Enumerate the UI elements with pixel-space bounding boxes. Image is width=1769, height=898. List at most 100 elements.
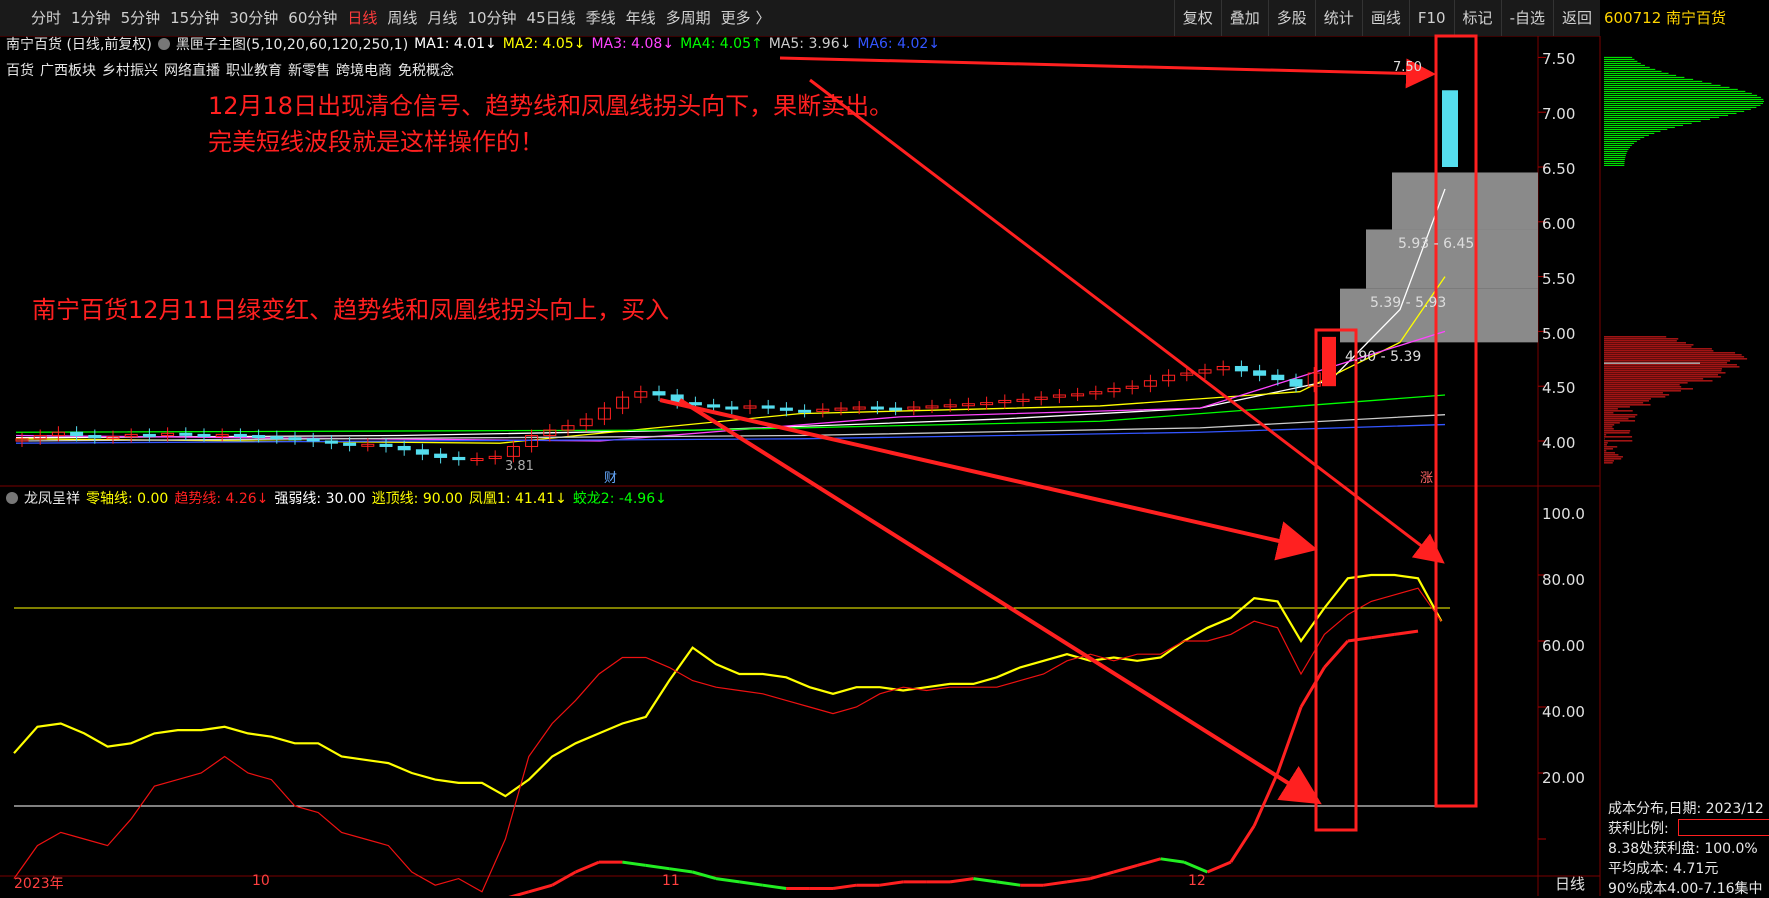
- dragon-line: [693, 872, 716, 879]
- profit-ratio-bar: [1678, 819, 1769, 836]
- buy-signal-box: [1316, 330, 1356, 830]
- price-label: 7.00: [1542, 105, 1575, 123]
- candle-body: [180, 433, 192, 435]
- dragon-line: [1207, 862, 1230, 872]
- sub-y-label: 80.00: [1542, 571, 1585, 589]
- limit-up-marker[interactable]: 涨: [1420, 471, 1433, 486]
- candle-body: [380, 444, 392, 446]
- candle-body: [71, 432, 83, 435]
- zone-label: 5.93 - 6.45: [1398, 236, 1474, 252]
- candle-body: [799, 410, 811, 412]
- dragon-line: [529, 885, 552, 892]
- candle-body: [344, 443, 356, 445]
- candle-body: [271, 437, 283, 439]
- dragon-line: [973, 879, 996, 882]
- candle-body: [762, 406, 774, 408]
- high-label: 7.50: [1393, 60, 1422, 75]
- trend-line-value: 趋势线: 4.26↓: [174, 488, 268, 508]
- price-label: 5.00: [1542, 325, 1575, 343]
- dragon-line: [1114, 865, 1137, 872]
- subchart-name[interactable]: 龙凤呈祥: [24, 488, 80, 508]
- candle-body: [435, 454, 447, 457]
- dragon-line: [505, 892, 528, 896]
- candle-body: [453, 457, 465, 459]
- x-axis-label: 2023年: [14, 873, 64, 893]
- settings-icon[interactable]: [6, 492, 18, 504]
- candle-body: [289, 438, 301, 440]
- zone-label: 5.39 - 5.93: [1370, 295, 1446, 311]
- dragon-line: [646, 865, 669, 868]
- subchart-info: 龙凤呈祥 零轴线: 0.00 趋势线: 4.26↓ 强弱线: 30.00 逃顶线…: [6, 488, 667, 508]
- candle-body: [89, 436, 101, 438]
- dragon-line: [1137, 859, 1160, 866]
- dragon-line: [1395, 631, 1418, 634]
- buy-arrow: [680, 400, 1315, 800]
- dragon-line: [552, 872, 575, 885]
- dragon-line: [1371, 634, 1394, 637]
- candle-body: [143, 434, 155, 436]
- sub-y-label: 100.0: [1542, 505, 1585, 523]
- candle-body: [416, 450, 428, 454]
- dragon-line: [950, 879, 973, 882]
- buy-arrow: [660, 400, 1310, 548]
- sub-y-label: 60.00: [1542, 637, 1585, 655]
- period-indicator: 日线: [1555, 873, 1585, 894]
- candle-body: [780, 408, 792, 410]
- dragon-line: [1324, 641, 1347, 667]
- dragon-line: [1301, 667, 1324, 707]
- dragon-line: [1161, 859, 1184, 862]
- zone-label: 4.90 - 5.39: [1345, 349, 1421, 365]
- low-label: 3.81: [505, 459, 534, 474]
- dragon-line: [1254, 773, 1277, 826]
- candle-body: [653, 392, 665, 395]
- dragon-line: [1278, 707, 1301, 773]
- dragon-line: [1348, 638, 1371, 641]
- price-label: 6.50: [1542, 160, 1575, 178]
- price-label: 7.50: [1542, 50, 1575, 68]
- sub-y-label: 20.00: [1542, 769, 1585, 787]
- candle-body: [198, 434, 210, 436]
- candle-body: [1235, 366, 1247, 370]
- trend-line: [14, 588, 1441, 892]
- zero-line-value: 零轴线: 0.00: [86, 488, 168, 508]
- x-axis-label: 11: [662, 873, 680, 889]
- dragon-line: [739, 882, 762, 885]
- candle-body: [1272, 375, 1284, 379]
- candle-body: [871, 407, 883, 409]
- resistance-zone: [1392, 172, 1538, 229]
- sell-annotation: 12月18日出现清仓信号、趋势线和凤凰线拐头向下，果断卖出。: [208, 86, 893, 121]
- candle-body: [234, 434, 246, 436]
- dragon-line: [622, 862, 645, 865]
- candle-body: [1254, 371, 1266, 375]
- sell-annotation-2: 完美短线波段就是这样操作的！: [208, 122, 544, 157]
- escape-top-value: 逃顶线: 90.00: [372, 488, 463, 508]
- candle-body: [708, 405, 720, 407]
- x-axis-label: 12: [1188, 873, 1206, 889]
- cost-90-range: 90%成本4.00-7.16集中: [1608, 878, 1763, 898]
- candle-body: [307, 439, 319, 441]
- candle-body: [689, 403, 701, 405]
- dragon-line: [1090, 872, 1113, 879]
- profit-at-price: 8.38处获利盘: 100.0%: [1608, 838, 1758, 858]
- dragon-line: [669, 869, 692, 872]
- dragon-line: [763, 885, 786, 888]
- dragon-line: [997, 882, 1020, 885]
- cost-date: 成本分布,日期: 2023/12: [1608, 798, 1764, 818]
- dragon-line: [1044, 882, 1067, 885]
- phoenix-value: 凤凰1: 41.41↓: [469, 488, 567, 508]
- dragon-line: [1184, 862, 1207, 872]
- candle-body: [325, 441, 337, 443]
- dragon-line: [1067, 879, 1090, 882]
- candle-body: [890, 408, 902, 410]
- candle-body: [398, 446, 410, 449]
- price-label: 4.50: [1542, 379, 1575, 397]
- dragon-line: [1231, 826, 1254, 862]
- dragon-line: [576, 862, 599, 872]
- profit-ratio: 获利比例:: [1608, 818, 1669, 838]
- candle-body: [726, 407, 738, 409]
- price-label: 5.50: [1542, 270, 1575, 288]
- price-label: 4.00: [1542, 434, 1575, 452]
- dragon-value: 蛟龙2: -4.96↓: [573, 488, 667, 508]
- average-cost: 平均成本: 4.71元: [1608, 858, 1718, 878]
- finance-marker[interactable]: 财: [604, 471, 617, 486]
